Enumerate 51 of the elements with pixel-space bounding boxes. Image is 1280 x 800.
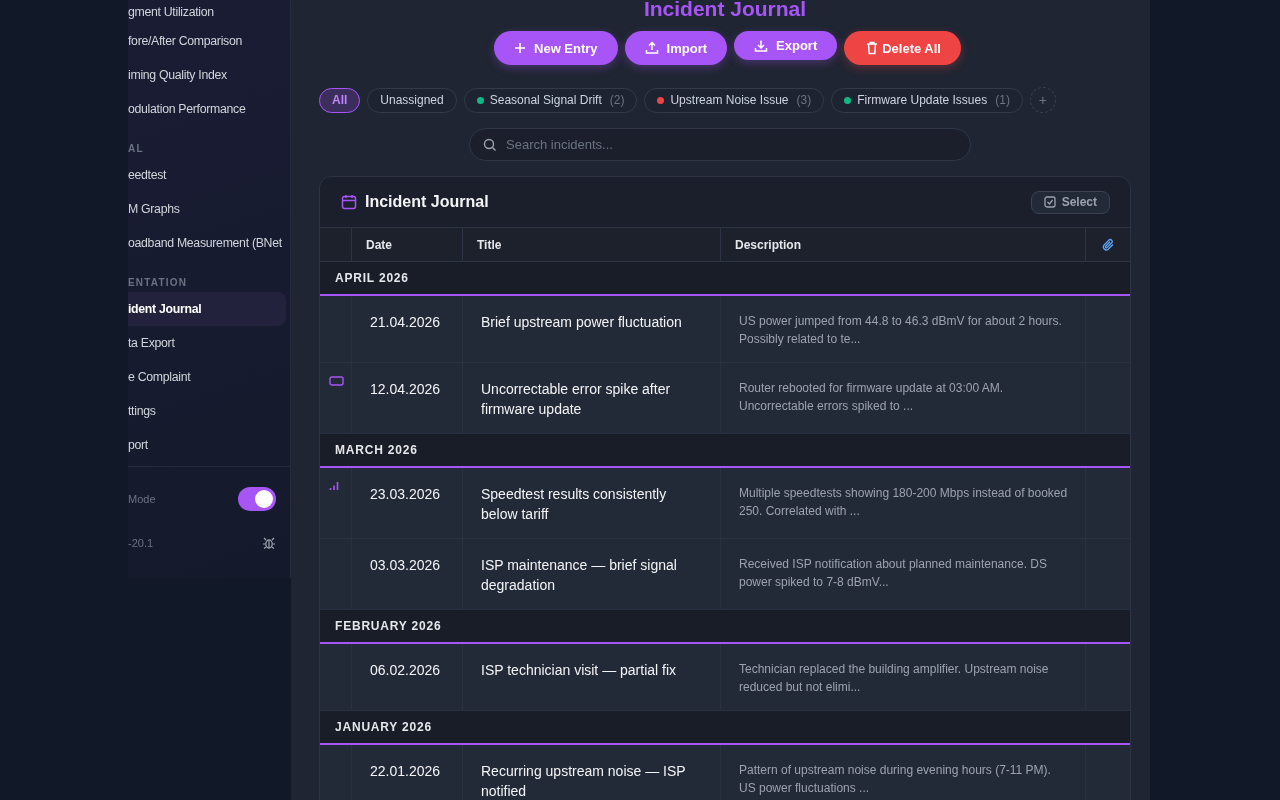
download-icon <box>754 38 769 53</box>
column-header: Title <box>463 228 721 261</box>
filter-chip[interactable]: Firmware Update Issues (1) <box>831 87 1023 113</box>
screen-icon <box>329 376 344 386</box>
filter-chip[interactable]: Seasonal Signal Drift (2) <box>463 87 638 113</box>
import-button[interactable]: Import <box>624 31 728 65</box>
section-label: ENTATION <box>128 276 189 290</box>
trash-icon <box>866 41 879 55</box>
sidebar-item[interactable]: e Complaint <box>128 360 286 394</box>
sidebar-item[interactable]: gment Utilization <box>128 0 286 24</box>
section-label: AL <box>128 142 145 156</box>
month-header: APRIL 2026 <box>320 262 1130 296</box>
bug-icon[interactable] <box>262 536 276 550</box>
toggle-switch[interactable] <box>238 487 276 511</box>
search-field[interactable]: Search incidents... <box>469 128 971 161</box>
column-header: Description <box>721 228 1086 261</box>
select-button[interactable]: Select <box>1030 190 1110 214</box>
sidebar-item[interactable]: oadband Measurement (BNet <box>128 226 286 260</box>
version-text: -20.1 <box>128 537 154 549</box>
upload-icon <box>644 41 659 55</box>
sidebar-item[interactable]: ta Export <box>128 326 286 360</box>
title-cell: Recurring upstream noise — ISP notified <box>463 745 721 800</box>
sidebar-item[interactable]: ident Journal <box>128 292 286 326</box>
description-cell: Pattern of upstream noise during evening hours (7-11 PM). US power fluctuations ... <box>721 745 1086 800</box>
export-button[interactable]: Export <box>734 31 838 60</box>
sidebar-item[interactable]: odulation Performance <box>128 92 286 126</box>
filter-chip[interactable]: Unassigned <box>367 87 457 113</box>
delete-all-button[interactable]: Delete All <box>844 31 961 65</box>
month-header: FEBRUARY 2026 <box>320 610 1130 644</box>
month-header: JANUARY 2026 <box>320 711 1130 745</box>
sidebar-item[interactable]: ttings <box>128 394 286 428</box>
sidebar-item[interactable]: port <box>128 428 286 462</box>
add-button[interactable]: New Entry <box>494 31 618 65</box>
filter-chip[interactable]: Upstream Noise Issue (3) <box>644 87 825 113</box>
month-header: MARCH 2026 <box>320 434 1130 468</box>
filter-chip[interactable]: All <box>319 87 361 113</box>
paperclip-icon <box>1101 237 1115 252</box>
signal-bars-icon <box>329 481 339 491</box>
column-header: Date <box>352 228 463 261</box>
sidebar-item[interactable]: eedtest <box>128 158 286 192</box>
page-title: Incident Journal <box>642 0 808 20</box>
sidebar-item[interactable]: M Graphs <box>128 192 286 226</box>
plus-icon <box>514 42 526 54</box>
sidebar-item[interactable]: iming Quality Index <box>128 58 286 92</box>
toggle-label: Mode <box>128 493 156 505</box>
calendar-icon <box>341 194 357 210</box>
card-title: Incident Journal <box>365 193 489 211</box>
checkbox-icon <box>1043 196 1056 208</box>
date-cell: 22.01.2026 <box>352 745 463 800</box>
sidebar-item[interactable]: fore/After Comparison <box>128 24 286 58</box>
search-icon <box>483 138 497 152</box>
